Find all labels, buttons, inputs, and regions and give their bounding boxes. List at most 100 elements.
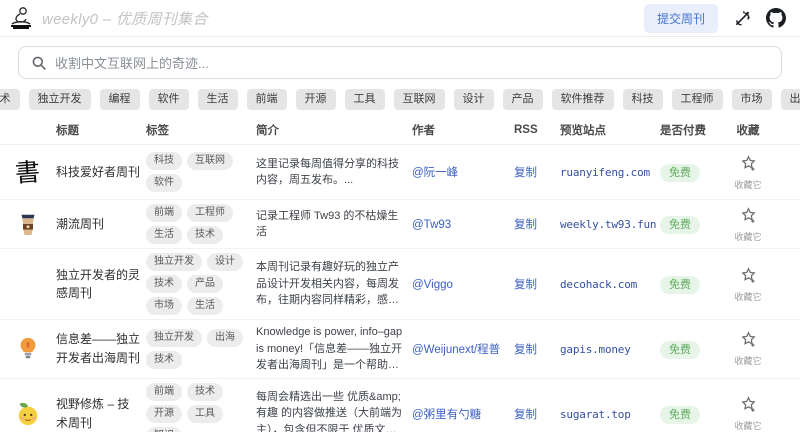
filter-pill[interactable]: 开源 [296,89,336,110]
search-section: 收割中文互联网上的奇迹... [0,37,800,85]
column-header: 标题 [56,122,140,138]
star-plus-icon [739,395,758,414]
logo-icon [8,5,34,31]
weekly-tag-pill: 前端 [146,204,182,222]
favorite-button[interactable]: 收藏它 [720,253,776,315]
table-header: 标题标签简介作者RSS预览站点是否付费收藏 [0,115,800,145]
filter-pill[interactable]: 软件推荐 [552,89,614,110]
favorite-label: 收藏它 [734,354,761,367]
site-link[interactable]: gapis.money [560,343,631,356]
free-badge: 免费 [660,276,700,294]
weekly-tag-pill: 独立开发 [146,329,202,347]
rss-copy-link[interactable]: 复制 [514,409,537,421]
weekly-tag-pill: 市场 [146,297,182,315]
weekly-tag-pill: 开源 [146,405,182,423]
weekly-description: Knowledge is power, info–gap is money!「信… [256,324,406,374]
weekly-description: 每周会精选出一些 优质&amp;有趣 的内容做推送（大前端为主），包含但不限于 … [256,389,406,432]
free-badge: 免费 [660,216,700,234]
search-input[interactable]: 收割中文互联网上的奇迹... [18,46,782,79]
theme-toggle-icon[interactable] [732,8,752,28]
favorite-button[interactable]: 收藏它 [720,383,776,432]
author-link[interactable]: @阮一峰 [412,167,458,179]
star-plus-icon [739,266,758,285]
page-title: weekly0 – 优质周刊集合 [42,8,208,29]
star-plus-icon [739,206,758,225]
weekly-title-link[interactable]: 独立开发者的灵感周刊 [56,268,140,300]
favorite-label: 收藏它 [734,419,761,432]
weekly-icon-cell [10,210,50,238]
favorite-button[interactable]: 收藏它 [720,324,776,374]
author-link[interactable]: @Viggo [412,279,453,291]
rss-copy-link[interactable]: 复制 [514,219,537,231]
weekly-icon: 書 [14,158,42,186]
weekly-icon-cell [10,400,50,428]
filter-pill[interactable]: 工程师 [672,89,723,110]
weekly-tag-pill: 科技 [146,152,182,170]
tag-list: 科技互联网软件 [146,152,250,192]
weekly-description: 本周刊记录有趣好玩的独立产品设计开发相关内容，每周发布，往期内容同样精彩，感兴趣… [256,259,406,309]
site-link[interactable]: weekly.tw93.fun [560,218,656,231]
filter-pill[interactable]: 软件 [149,89,189,110]
table-body: 書 科技爱好者周刊 科技互联网软件 这里记录每周值得分享的科技内容，周五发布。.… [0,145,800,432]
free-badge: 免费 [660,406,700,424]
site-link[interactable]: decohack.com [560,278,637,291]
filter-pill[interactable]: 出海 [781,89,800,110]
filter-pill[interactable]: 产品 [503,89,543,110]
weekly-description: 记录工程师 Tw93 的不枯燥生活 [256,208,406,241]
weekly-icon [14,335,42,363]
header: weekly0 – 优质周刊集合 提交周刊 [0,0,800,37]
favorite-button[interactable]: 收藏它 [720,204,776,244]
weekly-tag-pill: 生活 [187,297,223,315]
weekly-tag-pill: 工程师 [187,204,233,222]
weekly-title-link[interactable]: 科技爱好者周刊 [56,165,140,179]
rss-copy-link[interactable]: 复制 [514,279,537,291]
filter-pill[interactable]: 前端 [247,89,287,110]
github-icon[interactable] [766,8,786,28]
filter-pill[interactable]: 科技 [623,89,663,110]
rss-copy-link[interactable]: 复制 [514,344,537,356]
filter-pill[interactable]: 工具 [345,89,385,110]
filter-pill[interactable]: 编程 [100,89,140,110]
author-link[interactable]: @Weijunext/程普 [412,344,500,356]
weekly-icon-cell [10,270,50,298]
star-plus-icon [739,330,758,349]
weekly-tag-pill: 前端 [146,383,182,401]
weekly-title-link[interactable]: 潮流周刊 [56,217,104,231]
weekly-title-link[interactable]: 信息差——独立开发者出海周刊 [56,332,140,364]
weekly-tag-pill: 出海 [207,329,243,347]
star-plus-icon [739,154,758,173]
filter-pill[interactable]: 技术 [0,89,20,110]
weekly-title-link[interactable]: 视野修炼 – 技术周刊 [56,397,129,429]
weekly-tag-pill: 技术 [187,226,223,244]
filter-pill[interactable]: 独立开发 [29,89,91,110]
submit-weekly-button[interactable]: 提交周刊 [644,4,718,33]
weekly-tag-pill: 技术 [187,383,223,401]
author-link[interactable]: @粥里有勺糖 [412,409,481,421]
filter-pill[interactable]: 生活 [198,89,238,110]
site-link[interactable]: sugarat.top [560,408,631,421]
author-link[interactable]: @Tw93 [412,219,451,231]
filter-pill[interactable]: 市场 [732,89,772,110]
favorite-label: 收藏它 [734,178,761,191]
weekly-icon [14,270,42,298]
table-row: 潮流周刊 前端工程师生活技术 记录工程师 Tw93 的不枯燥生活 @Tw93 复… [0,200,800,249]
column-header: 预览站点 [560,122,654,138]
weekly-tag-pill: 互联网 [187,152,233,170]
table-row: 视野修炼 – 技术周刊 前端技术开源工具知识 每周会精选出一些 优质&amp;有… [0,379,800,432]
rss-copy-link[interactable]: 复制 [514,167,537,179]
site-link[interactable]: ruanyifeng.com [560,166,650,179]
tag-list: 前端工程师生活技术 [146,204,250,244]
filter-pill[interactable]: 设计 [454,89,494,110]
table-row: 独立开发者的灵感周刊 独立开发设计技术产品市场生活 本周刊记录有趣好玩的独立产品… [0,249,800,320]
weekly-tag-pill: 产品 [187,275,223,293]
favorite-button[interactable]: 收藏它 [720,149,776,195]
filter-pill[interactable]: 互联网 [394,89,445,110]
weekly-icon [14,400,42,428]
weekly-tag-pill: 技术 [146,275,182,293]
tag-list: 独立开发出海技术 [146,329,250,369]
search-placeholder: 收割中文互联网上的奇迹... [55,53,209,72]
column-header: 收藏 [720,122,776,138]
free-badge: 免费 [660,341,700,359]
filter-bar: 技术独立开发编程软件生活前端开源工具互联网设计产品软件推荐科技工程师市场出海 [0,85,800,112]
weekly-tag-pill: 生活 [146,226,182,244]
